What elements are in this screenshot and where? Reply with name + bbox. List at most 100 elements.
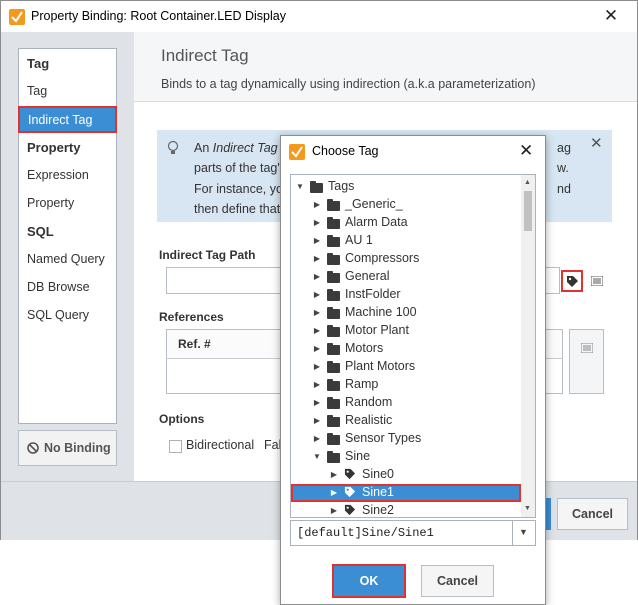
panel-title: Indirect Tag (161, 46, 249, 65)
title-bar: Property Binding: Root Container.LED Dis… (1, 1, 637, 32)
collapsed-arrow-icon[interactable]: ▶ (312, 358, 322, 376)
folder-icon (327, 235, 340, 247)
sidebar-item-db-browse[interactable]: DB Browse (27, 280, 90, 294)
tag-icon (344, 486, 356, 501)
info-line-3-tail: nd (557, 182, 571, 196)
app-icon (9, 9, 25, 25)
tree-row[interactable]: ▶ _Generic_ (291, 196, 521, 214)
tree-row[interactable]: ▶ Sine0 (291, 466, 521, 484)
folder-icon (327, 289, 340, 301)
expanded-arrow-icon[interactable]: ▼ (295, 178, 305, 196)
selected-tag-path: [default]Sine/Sine1 (297, 526, 434, 540)
sidebar-header-tag: Tag (27, 56, 50, 71)
tree-row[interactable]: ▶ Random (291, 394, 521, 412)
sidebar-item-tag[interactable]: Tag (27, 84, 47, 98)
tree-row[interactable]: ▶ Motor Plant (291, 322, 521, 340)
binding-type-list: Tag Tag Indirect Tag Property Expression… (18, 48, 117, 424)
sidebar-item-expression[interactable]: Expression (27, 168, 89, 182)
chevron-down-icon[interactable]: ▼ (519, 527, 528, 537)
folder-icon (327, 325, 340, 337)
tree-scrollbar[interactable]: ▲ ▼ (521, 175, 535, 517)
dialog-title-bar: Choose Tag ✕ (281, 136, 545, 166)
collapsed-arrow-icon[interactable]: ▶ (312, 340, 322, 358)
collapsed-arrow-icon[interactable]: ▶ (329, 466, 339, 484)
folder-icon (327, 271, 340, 283)
collapsed-arrow-icon[interactable]: ▶ (312, 268, 322, 286)
sidebar-item-property[interactable]: Property (27, 196, 74, 210)
close-icon[interactable]: ✕ (519, 141, 533, 161)
info-close-icon[interactable]: ✕ (590, 134, 603, 152)
tree-row[interactable]: ▶ Realistic (291, 412, 521, 430)
tree-row[interactable]: ▶ Sine2 (291, 502, 521, 517)
sidebar-item-indirect-tag[interactable]: Indirect Tag (18, 106, 117, 133)
no-binding-button[interactable]: No Binding (18, 430, 117, 466)
ok-button[interactable]: OK (332, 564, 406, 598)
collapsed-arrow-icon[interactable]: ▶ (312, 412, 322, 430)
collapsed-arrow-icon[interactable]: ▶ (312, 286, 322, 304)
tree-row-label: Sensor Types (345, 431, 422, 445)
tree-row-label: General (345, 269, 390, 283)
bidirectional-label: Bidirectional (186, 438, 255, 452)
collapsed-arrow-icon[interactable]: ▶ (329, 484, 339, 502)
tree-row[interactable]: ▶ Machine 100 (291, 304, 521, 322)
tree-row-label: InstFolder (345, 287, 401, 301)
collapsed-arrow-icon[interactable]: ▶ (312, 214, 322, 232)
sidebar-item-named-query[interactable]: Named Query (27, 252, 105, 266)
sidebar-header-property: Property (27, 140, 81, 155)
tree-row-label: Tags (328, 179, 355, 193)
collapsed-arrow-icon[interactable]: ▶ (312, 196, 322, 214)
collapsed-arrow-icon[interactable]: ▶ (312, 232, 322, 250)
bidirectional-checkbox[interactable] (169, 440, 182, 453)
collapsed-arrow-icon[interactable]: ▶ (312, 430, 322, 448)
scroll-down-arrow-icon[interactable]: ▼ (524, 505, 531, 512)
sidebar-header-sql: SQL (27, 224, 54, 239)
tree-row[interactable]: ▶ Ramp (291, 376, 521, 394)
expanded-arrow-icon[interactable]: ▼ (312, 448, 322, 466)
tree-row[interactable]: ▶ Alarm Data (291, 214, 521, 232)
tree-row[interactable]: ▶ Sine1 (291, 484, 521, 502)
tree-row[interactable]: ▼ Sine (291, 448, 521, 466)
folder-icon (327, 199, 340, 211)
list-icon[interactable] (581, 343, 593, 353)
folder-icon (327, 379, 340, 391)
tag-tree[interactable]: ▼ Tags ▶ _Generic_ ▶ Alarm Data ▶ AU 1 ▶ Compress… (290, 174, 536, 518)
tree-row[interactable]: ▶ Sensor Types (291, 430, 521, 448)
collapsed-arrow-icon[interactable]: ▶ (312, 250, 322, 268)
tree-row[interactable]: ▶ Compressors (291, 250, 521, 268)
window-title: Property Binding: Root Container.LED Dis… (31, 9, 286, 23)
tag-browse-button[interactable] (561, 270, 583, 292)
collapsed-arrow-icon[interactable]: ▶ (329, 502, 339, 517)
collapsed-arrow-icon[interactable]: ▶ (312, 376, 322, 394)
tree-row[interactable]: ▶ General (291, 268, 521, 286)
references-label: References (159, 310, 224, 324)
selected-tag-path-combo[interactable]: [default]Sine/Sine1 ▼ (290, 520, 536, 546)
ref-column-header: Ref. # (178, 337, 211, 351)
close-icon[interactable]: ✕ (599, 5, 623, 27)
dialog-title: Choose Tag (312, 144, 379, 158)
tree-row-label: Sine (345, 449, 371, 463)
cancel-button[interactable]: Cancel (421, 565, 494, 597)
panel-description: Binds to a tag dynamically using indirec… (161, 77, 536, 91)
collapsed-arrow-icon[interactable]: ▶ (312, 394, 322, 412)
list-icon[interactable] (591, 276, 603, 286)
cancel-button[interactable]: Cancel (557, 498, 628, 530)
tree-row-label: Realistic (345, 413, 393, 427)
lightbulb-icon (167, 140, 179, 154)
scroll-thumb[interactable] (524, 191, 532, 231)
folder-icon (327, 343, 340, 355)
tree-row[interactable]: ▶ InstFolder (291, 286, 521, 304)
tree-row[interactable]: ▼ Tags (291, 178, 521, 196)
tree-row-label: Sine0 (362, 467, 394, 481)
scroll-up-arrow-icon[interactable]: ▲ (524, 179, 531, 186)
collapsed-arrow-icon[interactable]: ▶ (312, 304, 322, 322)
tree-row[interactable]: ▶ Plant Motors (291, 358, 521, 376)
sidebar-item-sql-query[interactable]: SQL Query (27, 308, 89, 322)
tree-row-label: AU 1 (345, 233, 373, 247)
tree-row[interactable]: ▶ AU 1 (291, 232, 521, 250)
tree-row-label: Alarm Data (345, 215, 408, 229)
collapsed-arrow-icon[interactable]: ▶ (312, 322, 322, 340)
folder-icon (327, 217, 340, 229)
folder-icon (310, 181, 323, 193)
folder-icon (327, 415, 340, 427)
tree-row[interactable]: ▶ Motors (291, 340, 521, 358)
